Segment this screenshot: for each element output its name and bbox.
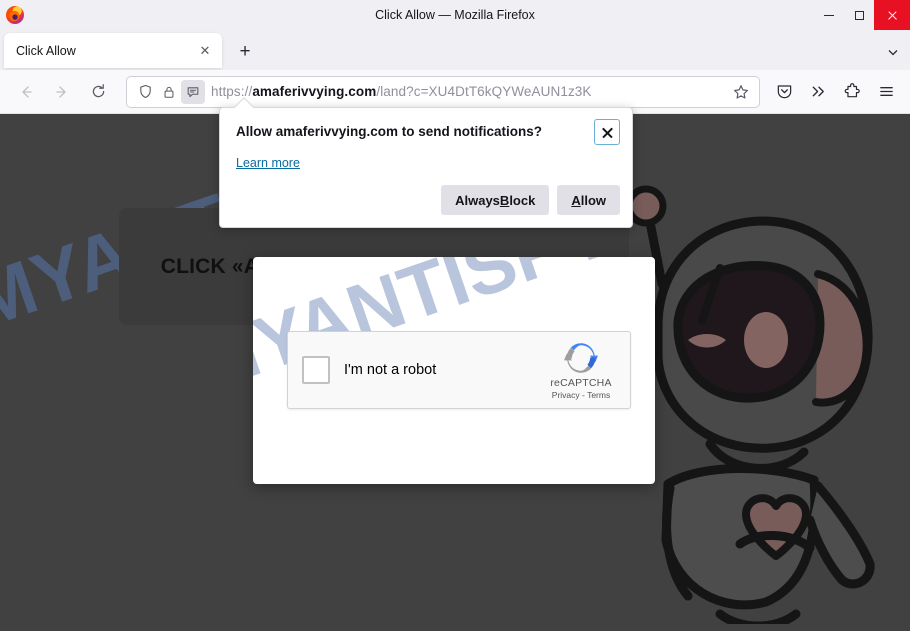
- allow-accel: A: [571, 192, 581, 208]
- window-controls: [814, 0, 910, 30]
- captcha-modal: MYANTISPYWARE.COM I'm not a robot reCAPT…: [253, 257, 655, 484]
- minimize-button[interactable]: [814, 0, 844, 30]
- recaptcha-label: I'm not a robot: [344, 362, 437, 378]
- reload-icon: [92, 84, 104, 98]
- hamburger-menu-icon: [879, 87, 893, 96]
- url-path: /land?c=XU4DtT6kQYWeAUN1z3K: [376, 84, 592, 99]
- maximize-icon: [854, 10, 864, 20]
- recaptcha-widget[interactable]: I'm not a robot reCAPTCHA Privacy - Term…: [287, 331, 631, 409]
- double-chevron-icon: [812, 86, 824, 97]
- allow-button[interactable]: Allow: [557, 185, 620, 215]
- always-block-button[interactable]: Always Block: [441, 185, 550, 215]
- pocket-save-button[interactable]: [768, 76, 800, 108]
- back-arrow-icon: [22, 85, 32, 98]
- popup-actions: Always Block Allow: [441, 185, 620, 215]
- url-bar[interactable]: https://amaferivvying.com/land?c=XU4DtT6…: [126, 75, 760, 108]
- back-button[interactable]: [10, 76, 42, 108]
- minimize-icon: [824, 14, 834, 16]
- tab-title: Click Allow: [16, 43, 76, 58]
- pocket-save-icon: [777, 85, 791, 99]
- star-icon[interactable]: [729, 84, 753, 100]
- notification-permission-popup: Allow amaferivvying.com to send notifica…: [219, 97, 633, 228]
- forward-arrow-icon: [56, 85, 66, 98]
- shield-icon[interactable]: [133, 80, 157, 104]
- recaptcha-branding: reCAPTCHA Privacy - Terms: [538, 341, 624, 400]
- extensions-button[interactable]: [836, 76, 868, 108]
- notification-permission-icon[interactable]: [181, 79, 205, 104]
- hamburger-menu-button[interactable]: [870, 76, 902, 108]
- forward-button[interactable]: [46, 76, 78, 108]
- tab-bar: Click Allow ✕ +: [0, 30, 910, 70]
- window-close-button[interactable]: [874, 0, 910, 30]
- close-icon: [601, 126, 614, 139]
- maximize-button[interactable]: [844, 0, 874, 30]
- learn-more-link[interactable]: Learn more: [236, 156, 300, 170]
- recaptcha-brand-name: reCAPTCHA: [550, 376, 612, 389]
- allow-post: llow: [580, 192, 606, 208]
- always-block-pre: Always: [455, 192, 500, 208]
- browser-window: Click Allow — Mozilla Firefox Click Allo…: [0, 0, 910, 631]
- popup-title: Allow amaferivvying.com to send notifica…: [236, 124, 543, 139]
- extensions-puzzle-icon: [844, 83, 860, 98]
- checkbox-unchecked[interactable]: [302, 356, 330, 384]
- new-tab-button[interactable]: +: [230, 36, 260, 66]
- overflow-button[interactable]: [802, 76, 834, 108]
- lock-icon[interactable]: [157, 80, 181, 104]
- recaptcha-terms[interactable]: Privacy - Terms: [552, 390, 610, 400]
- always-block-accel: B: [499, 192, 510, 208]
- chevron-down-icon[interactable]: [886, 45, 900, 62]
- always-block-post: lock: [509, 192, 536, 208]
- tab-click-allow[interactable]: Click Allow ✕: [4, 33, 222, 68]
- tab-close-icon[interactable]: ✕: [196, 42, 214, 60]
- close-icon: [887, 10, 898, 21]
- title-bar: Click Allow — Mozilla Firefox: [0, 0, 910, 30]
- recaptcha-logo: [564, 342, 598, 373]
- reload-button[interactable]: [82, 76, 114, 108]
- window-title: Click Allow — Mozilla Firefox: [375, 8, 535, 22]
- url-host: amaferivvying.com: [252, 84, 377, 99]
- url-text[interactable]: https://amaferivvying.com/land?c=XU4DtT6…: [211, 84, 729, 99]
- popup-close-button[interactable]: [594, 119, 620, 145]
- url-scheme: https://: [211, 84, 253, 99]
